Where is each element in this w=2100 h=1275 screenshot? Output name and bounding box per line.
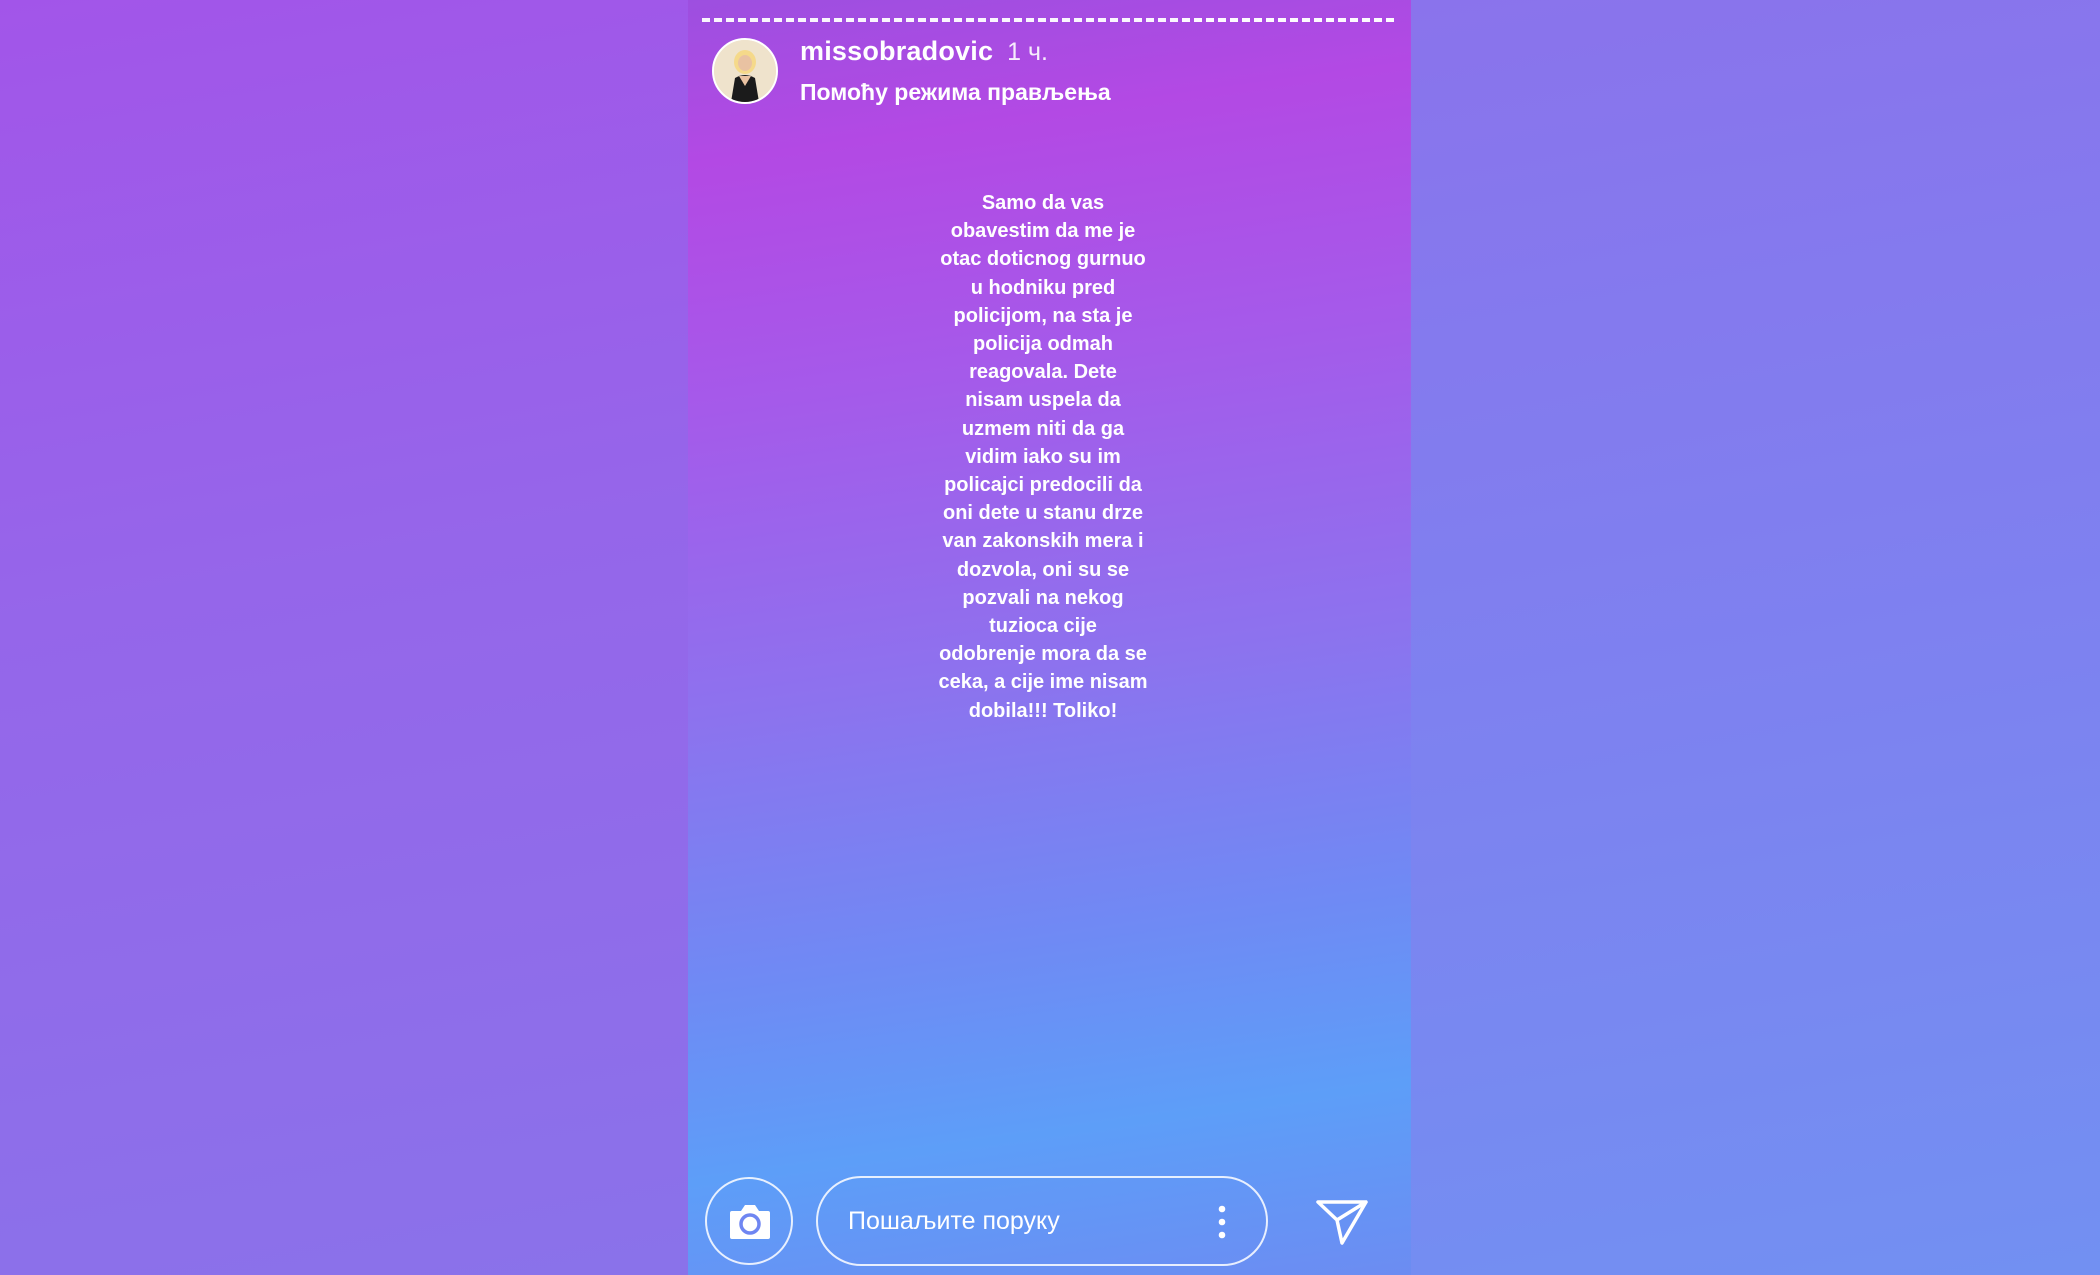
story-text: Samo da vas obavestim da me je otac doti… <box>938 192 1148 722</box>
story-time: 1 ч. <box>1007 38 1048 66</box>
camera-icon <box>730 1205 770 1239</box>
send-icon[interactable] <box>1315 1198 1369 1246</box>
story-progress-bar <box>702 18 1398 22</box>
story-subtitle: Помоћу режима прављења <box>800 79 1111 105</box>
message-placeholder: Пошаљите поруку <box>848 1206 1060 1235</box>
story-viewer[interactable]: missobradovic 1 ч. Помоћу режима прављења… <box>688 0 1411 1275</box>
avatar-image <box>714 40 776 102</box>
story-header: missobradovic 1 ч. Помоћу режима прављења <box>800 36 1111 106</box>
avatar[interactable] <box>712 38 778 104</box>
background-left <box>0 0 688 1275</box>
camera-button[interactable] <box>705 1177 793 1265</box>
background-right <box>1411 0 2100 1275</box>
more-vertical-icon[interactable] <box>1218 1205 1226 1239</box>
username[interactable]: missobradovic <box>800 36 993 66</box>
message-input[interactable]: Пошаљите поруку <box>816 1176 1268 1266</box>
